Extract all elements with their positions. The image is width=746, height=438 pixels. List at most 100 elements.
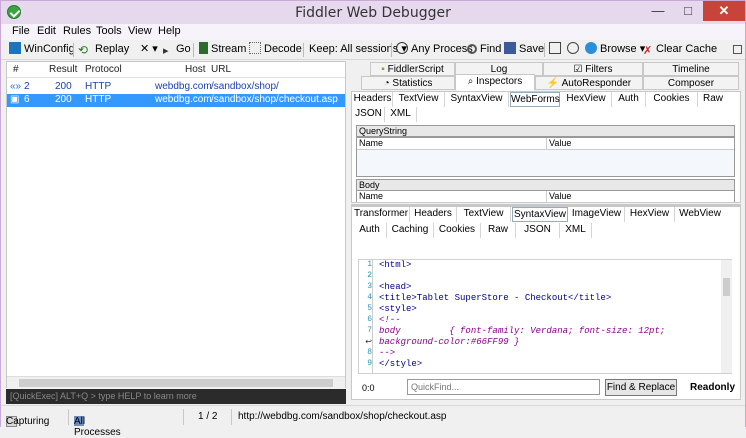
session-list[interactable]: # Result Protocol Host URL «» 2 200 HTTP… [6, 61, 346, 388]
code-line: background-color:#66FF99 } [379, 337, 520, 347]
code-line: <html> [379, 260, 412, 270]
tab-label: Filters [585, 64, 613, 75]
find-replace-button[interactable]: Find & Replace [605, 379, 677, 396]
search-icon [467, 44, 477, 54]
req-tab-headers[interactable]: Headers [353, 92, 393, 107]
resp-tab-textview[interactable]: TextView [457, 207, 511, 222]
winconfig-button[interactable]: WinConfig [9, 42, 75, 58]
body-grid[interactable]: Name Value [356, 190, 735, 203]
tab-timeline[interactable]: Timeline [643, 62, 739, 76]
resp-tab-cookies[interactable]: Cookies [434, 223, 481, 238]
go-button[interactable]: ▸ Go [163, 42, 191, 58]
resp-tab-xml[interactable]: XML [560, 223, 592, 238]
tab-label: Statistics [392, 78, 433, 89]
syntax-code-viewer[interactable]: 1 2 3 4 5 6 7 ↩ 8 9 <html> <head> <title… [358, 259, 732, 374]
decode-button[interactable]: Decode [249, 42, 302, 58]
minimize-button[interactable]: — [643, 1, 673, 21]
tab-filters[interactable]: ☑ Filters [543, 62, 643, 76]
quickexec-input[interactable]: [QuickExec] ALT+Q > type HELP to learn m… [6, 389, 346, 404]
req-tab-syntaxview[interactable]: SyntaxView [445, 92, 509, 107]
resp-tab-imageview[interactable]: ImageView [569, 207, 625, 222]
screenshot-button[interactable] [549, 42, 564, 58]
tab-composer[interactable]: Composer [643, 76, 739, 90]
resp-tab-syntaxview[interactable]: SyntaxView [512, 207, 568, 222]
session-count: 1 / 2 [198, 411, 218, 422]
req-tab-xml[interactable]: XML [385, 107, 417, 122]
querystring-name-col[interactable]: Name [357, 138, 547, 150]
stream-label: Stream [211, 43, 247, 55]
scroll-thumb[interactable] [723, 278, 730, 296]
process-filter-label: All Processes [74, 416, 121, 438]
resp-tab-hexview[interactable]: HexView [625, 207, 675, 222]
browse-button[interactable]: Browse ▾ [585, 42, 645, 58]
menu-view[interactable]: View [128, 25, 152, 37]
req-tab-json[interactable]: JSON [353, 107, 385, 122]
timer-button[interactable] [567, 42, 582, 58]
querystring-grid[interactable]: Name Value [356, 137, 735, 177]
window-title: Fiddler Web Debugger [295, 5, 451, 21]
line-number-gutter: 1 2 3 4 5 6 7 ↩ 8 9 [359, 260, 373, 373]
resp-tab-raw[interactable]: Raw [481, 223, 516, 238]
menu-tools[interactable]: Tools [96, 25, 122, 37]
statistics-icon: ◔ [383, 78, 390, 89]
remove-sessions-button[interactable]: ✕ ▾ [140, 42, 158, 58]
readonly-label[interactable]: Readonly [690, 382, 735, 393]
resp-tab-webview[interactable]: WebView [675, 207, 725, 222]
body-value-col[interactable]: Value [547, 191, 734, 203]
session-url: /sandbox/shop/checkout.asp [211, 94, 338, 105]
find-button[interactable]: Find [467, 42, 501, 58]
col-host[interactable]: Host [185, 64, 206, 75]
req-tab-webforms[interactable]: WebForms [510, 92, 560, 107]
selected-url: http://webdbg.com/sandbox/shop/checkout.… [238, 411, 447, 422]
maximize-button[interactable]: □ [673, 1, 703, 21]
status-divider [68, 409, 69, 425]
col-result[interactable]: Result [49, 64, 77, 75]
fiddlerscript-icon: ▪ [381, 64, 385, 75]
timer-icon [567, 42, 579, 54]
menu-rules[interactable]: Rules [63, 25, 91, 37]
body-name-col[interactable]: Name [357, 191, 547, 203]
inspectors-icon: ⌕ [467, 76, 474, 87]
resp-tab-transformer[interactable]: Transformer [353, 207, 410, 222]
resp-tab-headers[interactable]: Headers [410, 207, 457, 222]
stream-button[interactable]: Stream [199, 42, 246, 58]
querystring-group-header: QueryString [356, 125, 735, 137]
req-tab-auth[interactable]: Auth [612, 92, 646, 107]
menu-file[interactable]: File [12, 25, 30, 37]
tearoff-icon[interactable] [733, 42, 745, 58]
keep-sessions-dropdown[interactable]: Keep: All sessions ▾ [309, 42, 407, 58]
tab-fiddlerscript[interactable]: ▪ FiddlerScript [370, 62, 455, 76]
menu-edit[interactable]: Edit [37, 25, 56, 37]
col-url[interactable]: URL [211, 64, 231, 75]
code-vscrollbar[interactable] [721, 260, 732, 373]
scroll-thumb[interactable] [19, 379, 333, 387]
req-tab-textview[interactable]: TextView [393, 92, 445, 107]
tab-statistics[interactable]: ◔ Statistics [361, 76, 455, 90]
close-button[interactable]: ✕ [703, 1, 745, 21]
req-tab-cookies[interactable]: Cookies [646, 92, 698, 107]
session-list-hscrollbar[interactable] [7, 376, 345, 388]
code-line: <!-- [379, 315, 401, 325]
col-num[interactable]: # [13, 64, 19, 75]
session-url: /sandbox/shop/ [211, 81, 279, 92]
clear-cache-button[interactable]: ✗ Clear Cache [643, 42, 717, 58]
req-tab-hexview[interactable]: HexView [561, 92, 612, 107]
menu-help[interactable]: Help [158, 25, 181, 37]
tab-label: Composer [667, 78, 715, 89]
col-protocol[interactable]: Protocol [85, 64, 122, 75]
querystring-value-col[interactable]: Value [547, 138, 734, 150]
tab-autoresponder[interactable]: ⚡ AutoResponder [535, 76, 643, 90]
tab-label: AutoResponder [561, 78, 632, 89]
quickfind-input[interactable] [407, 379, 600, 395]
resp-tab-auth[interactable]: Auth [353, 223, 387, 238]
resp-tab-caching[interactable]: Caching [387, 223, 434, 238]
req-tab-raw[interactable]: Raw [698, 92, 728, 107]
replay-button[interactable]: ⟲ Replay [78, 42, 129, 58]
save-button[interactable]: Save [504, 42, 544, 58]
tab-inspectors[interactable]: ⌕ Inspectors [455, 74, 535, 91]
resp-tab-json[interactable]: JSON [516, 223, 560, 238]
camera-icon [549, 42, 561, 54]
any-process-button[interactable]: Any Process [396, 42, 473, 58]
session-row[interactable]: «» 2 200 HTTP webdbg.com /sandbox/shop/ [7, 81, 345, 94]
session-row-selected[interactable]: ▣ 6 200 HTTP webdbg.com /sandbox/shop/ch… [7, 94, 345, 107]
